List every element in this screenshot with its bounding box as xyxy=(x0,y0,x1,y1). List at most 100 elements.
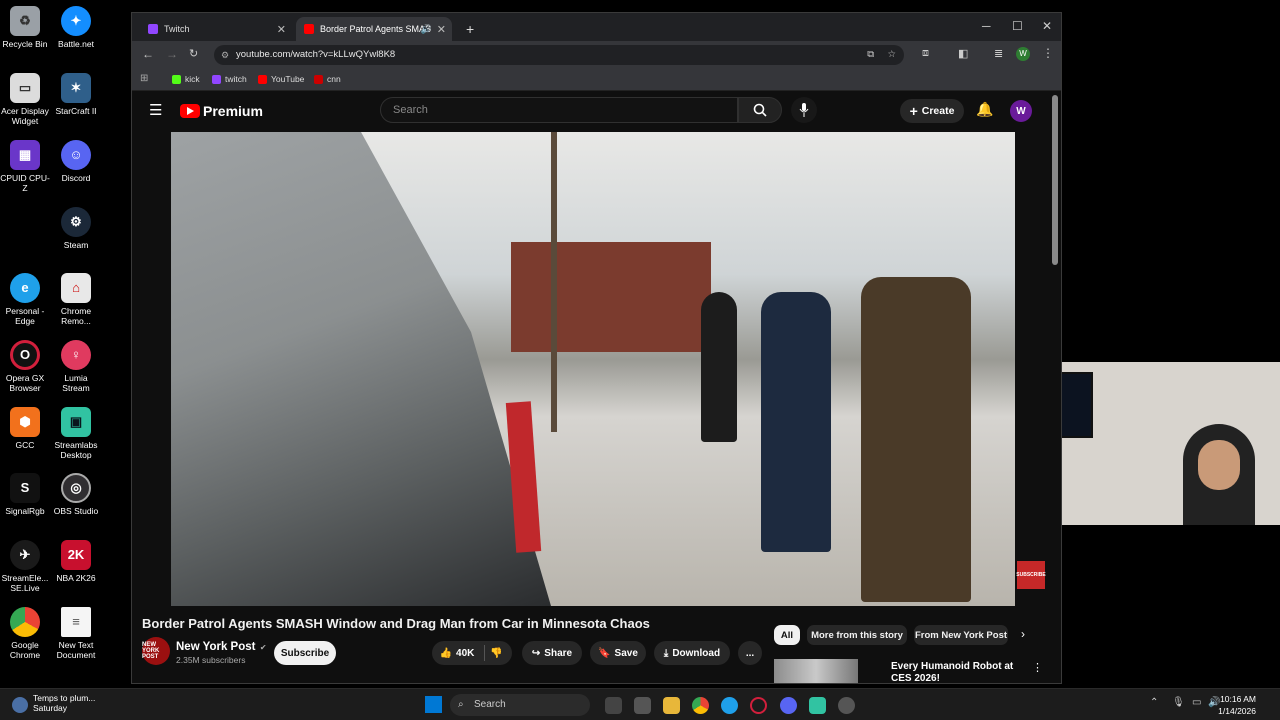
desktop-icon-starcraft[interactable]: ✶ StarCraft II xyxy=(51,73,101,116)
bookmark-youtube[interactable]: YouTube xyxy=(258,74,304,84)
streamlabs-taskbar-icon[interactable] xyxy=(809,697,826,714)
desktop-icon-opera-gx[interactable]: O Opera GX Browser xyxy=(0,340,50,393)
recommended-thumbnail[interactable] xyxy=(774,659,858,683)
bookmark-twitch[interactable]: twitch xyxy=(212,74,247,84)
video-scene-person xyxy=(701,292,737,442)
close-tab-icon[interactable]: ✕ xyxy=(437,23,446,36)
tab-twitch[interactable]: Twitch ✕ xyxy=(140,17,292,41)
like-button[interactable]: 👍 40K xyxy=(432,648,482,659)
apps-grid-icon[interactable]: ⊞ xyxy=(140,73,148,84)
bookmark-star-icon[interactable]: ☆ xyxy=(887,45,896,65)
speaker-icon[interactable]: 🔊 xyxy=(421,24,432,35)
chip-more-from-story[interactable]: More from this story xyxy=(807,625,907,645)
url-field[interactable]: ⚙ youtube.com/watch?v=kLLwQYwl8K8 ⧉ ☆ xyxy=(214,45,904,65)
search-icon xyxy=(753,103,767,117)
desktop-icon-acer-display[interactable]: ▭ Acer Display Widget xyxy=(0,73,50,126)
obs-taskbar-icon[interactable] xyxy=(838,697,855,714)
weather-widget[interactable]: Temps to plum... Saturday xyxy=(33,693,95,713)
subscribe-button[interactable]: Subscribe xyxy=(274,641,336,665)
notifications-bell-icon[interactable]: 🔔 xyxy=(976,101,993,118)
bookmark-kick[interactable]: kick xyxy=(172,74,200,84)
tab-youtube[interactable]: Border Patrol Agents SMAS 🔊 ✕ xyxy=(296,17,452,41)
voice-search-button[interactable] xyxy=(791,97,817,123)
desktop-icon-recycle-bin[interactable]: ♻ Recycle Bin xyxy=(0,6,50,49)
page-scrollbar[interactable] xyxy=(1052,95,1058,265)
more-actions-button[interactable]: ... xyxy=(738,641,762,665)
widgets-icon[interactable] xyxy=(634,697,651,714)
desktop-icon-cpuz[interactable]: ▦ CPUID CPU-Z xyxy=(0,140,50,193)
back-icon[interactable]: ← xyxy=(142,47,154,61)
download-button[interactable]: ⤓ Download xyxy=(654,641,730,665)
network-icon[interactable]: ▭ xyxy=(1192,697,1201,708)
desktop-icon-streamelements[interactable]: ✈ StreamEle... SE.Live xyxy=(0,540,50,593)
share-icon: ↪ xyxy=(531,647,541,659)
reading-list-icon[interactable]: ≣ xyxy=(994,47,1003,60)
share-button[interactable]: ↪ Share xyxy=(522,641,582,665)
desktop-icon-edge[interactable]: e Personal - Edge xyxy=(0,273,50,326)
browser-window: Twitch ✕ Border Patrol Agents SMAS 🔊 ✕ +… xyxy=(131,12,1062,684)
microphone-tray-icon[interactable]: 🎙 xyxy=(1172,697,1185,708)
forward-icon[interactable]: → xyxy=(166,47,178,61)
chrome-taskbar-icon[interactable] xyxy=(692,697,709,714)
maximize-icon[interactable]: ☐ xyxy=(1012,19,1023,33)
start-windows-icon[interactable] xyxy=(425,696,442,713)
chevron-up-icon[interactable]: ⌃ xyxy=(1150,697,1158,708)
close-tab-icon[interactable]: ✕ xyxy=(277,23,286,36)
minimize-icon[interactable]: ─ xyxy=(982,19,991,33)
youtube-premium-logo[interactable]: Premium xyxy=(180,103,263,119)
account-avatar[interactable]: W xyxy=(1010,100,1032,122)
edge-taskbar-icon[interactable] xyxy=(721,697,738,714)
channel-avatar[interactable]: NEW YORK POST xyxy=(142,637,170,665)
desktop-icon-new-text-document[interactable]: ≡ New Text Document xyxy=(51,607,101,660)
bookmark-label: kick xyxy=(185,74,200,84)
extensions-icon[interactable]: ⧈ xyxy=(922,47,929,60)
opera-gx-taskbar-icon[interactable] xyxy=(750,697,767,714)
chevron-right-icon[interactable]: › xyxy=(1021,627,1025,641)
recommended-menu-icon[interactable]: ⋮ xyxy=(1032,661,1043,674)
twitch-favicon-icon xyxy=(148,24,158,34)
hamburger-menu-icon[interactable]: ☰ xyxy=(149,101,162,119)
desktop-icon-streamlabs[interactable]: ▣ Streamlabs Desktop xyxy=(51,407,101,460)
desktop-icon-google-chrome[interactable]: Google Chrome xyxy=(0,607,50,660)
desktop-icon-discord[interactable]: ☺ Discord xyxy=(51,140,101,183)
discord-taskbar-icon[interactable] xyxy=(780,697,797,714)
video-player[interactable] xyxy=(171,132,1015,606)
desktop-icon-label: Battle.net xyxy=(58,39,94,49)
desktop-icon-steam[interactable]: ⚙ Steam xyxy=(51,207,101,250)
file-explorer-icon[interactable] xyxy=(663,697,680,714)
desktop-icon-obs[interactable]: ◎ OBS Studio xyxy=(51,473,101,516)
edge-icon: e xyxy=(10,273,40,303)
search-icon: ⌕ xyxy=(458,699,464,710)
search-button[interactable] xyxy=(738,97,782,123)
logo-text: Premium xyxy=(203,103,263,119)
install-app-icon[interactable]: ⧉ xyxy=(867,45,874,65)
close-window-icon[interactable]: ✕ xyxy=(1042,19,1052,33)
chip-all[interactable]: All xyxy=(774,625,800,645)
bookmark-cnn[interactable]: cnn xyxy=(314,74,341,84)
create-button[interactable]: + Create xyxy=(900,99,964,123)
profile-avatar[interactable]: W xyxy=(1016,47,1030,61)
sidepanel-icon[interactable]: ◧ xyxy=(958,47,968,60)
search-input[interactable]: Search xyxy=(380,97,738,123)
desktop-icon-nba2k26[interactable]: 2K NBA 2K26 xyxy=(51,540,101,583)
thumbs-down-icon[interactable]: 👎 xyxy=(490,648,502,659)
video-subscribe-badge[interactable]: SUBSCRIBE xyxy=(1016,561,1046,589)
desktop-icon-signalrgb[interactable]: S SignalRgb xyxy=(0,473,50,516)
weather-icon[interactable] xyxy=(12,697,28,713)
site-info-icon[interactable]: ⚙ xyxy=(221,45,229,65)
channel-name[interactable]: New York Post xyxy=(176,641,255,653)
chip-from-new-york-post[interactable]: From New York Post xyxy=(914,625,1008,645)
desktop-icon-lumia[interactable]: ♀ Lumia Stream xyxy=(51,340,101,393)
recommended-title[interactable]: Every Humanoid Robot at CES 2026! xyxy=(891,661,1019,683)
task-view-icon[interactable] xyxy=(605,697,622,714)
system-clock[interactable]: 10:16 AM 1/14/2026 xyxy=(1218,693,1256,717)
taskbar-search[interactable]: ⌕ Search xyxy=(450,694,590,716)
reload-icon[interactable]: ↻ xyxy=(189,47,198,60)
bookmark-label: twitch xyxy=(225,74,247,84)
save-button[interactable]: 🔖 Save xyxy=(590,641,646,665)
desktop-icon-chrome-remote[interactable]: ⌂ Chrome Remo... xyxy=(51,273,101,326)
new-tab-button[interactable]: + xyxy=(458,17,478,41)
desktop-icon-gcc[interactable]: ⬢ GCC xyxy=(0,407,50,450)
desktop-icon-battlenet[interactable]: ✦ Battle.net xyxy=(51,6,101,49)
browser-menu-icon[interactable]: ⋮ xyxy=(1042,46,1054,60)
